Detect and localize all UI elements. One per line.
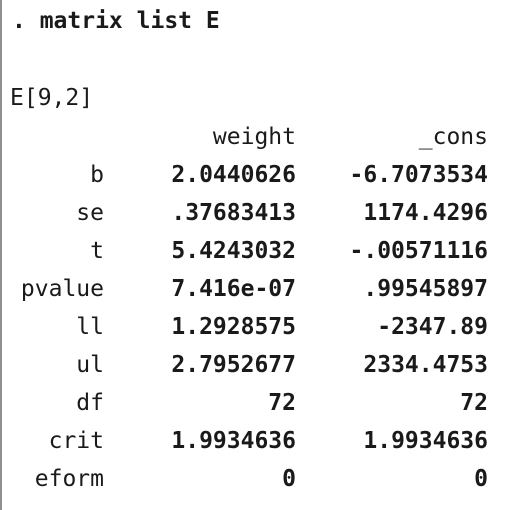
row-name-crit: crit	[48, 428, 104, 454]
row-name-pvalue: pvalue	[20, 276, 104, 302]
row-name-t: t	[90, 238, 104, 264]
cell-se-weight: .37683413	[171, 200, 296, 226]
row-name-df: df	[76, 390, 104, 416]
matrix-row-se: se .37683413 1174.4296	[8, 194, 488, 232]
row-name-eform: eform	[34, 466, 104, 492]
column-header-weight: weight	[212, 124, 296, 150]
cell-crit-cons: 1.9934636	[363, 428, 488, 454]
matrix-row-pvalue: pvalue 7.416e-07 .99545897	[8, 270, 488, 308]
matrix-row-t: t 5.4243032 -.00571116	[8, 232, 488, 270]
cell-crit-weight: 1.9934636	[171, 428, 296, 454]
cell-df-cons: 72	[460, 390, 488, 416]
matrix-header-row: weight _cons	[8, 118, 488, 156]
matrix-row-ul: ul 2.7952677 2334.4753	[8, 346, 488, 384]
cell-t-cons: -.00571116	[349, 238, 488, 264]
cell-b-weight: 2.0440626	[171, 162, 296, 188]
matrix-row-eform: eform 0 0	[8, 460, 488, 498]
matrix-table: weight _cons b 2.0440626 -6.7073534 se .…	[8, 118, 488, 498]
cell-pvalue-cons: .99545897	[363, 276, 488, 302]
cell-ll-cons: -2347.89	[377, 314, 488, 340]
matrix-row-b: b 2.0440626 -6.7073534	[8, 156, 488, 194]
cell-t-weight: 5.4243032	[171, 238, 296, 264]
cell-b-cons: -6.7073534	[349, 162, 488, 188]
row-name-ll: ll	[76, 314, 104, 340]
matrix-row-df: df 72 72	[8, 384, 488, 422]
matrix-dimension-label: E[9,2]	[10, 85, 94, 111]
cell-se-cons: 1174.4296	[363, 200, 488, 226]
cell-eform-weight: 0	[282, 466, 296, 492]
command-line: . matrix list E	[12, 8, 220, 34]
row-name-b: b	[90, 162, 104, 188]
matrix-row-crit: crit 1.9934636 1.9934636	[8, 422, 488, 460]
cell-ul-weight: 2.7952677	[171, 352, 296, 378]
cell-ul-cons: 2334.4753	[363, 352, 488, 378]
cell-ll-weight: 1.2928575	[171, 314, 296, 340]
cell-eform-cons: 0	[474, 466, 488, 492]
results-window: . matrix list E E[9,2] weight _cons b 2.…	[0, 0, 528, 510]
row-header-spacer	[8, 118, 104, 156]
matrix-row-ll: ll 1.2928575 -2347.89	[8, 308, 488, 346]
column-header-cons: _cons	[418, 124, 488, 150]
cell-pvalue-weight: 7.416e-07	[171, 276, 296, 302]
row-name-ul: ul	[76, 352, 104, 378]
row-name-se: se	[76, 200, 104, 226]
cell-df-weight: 72	[268, 390, 296, 416]
